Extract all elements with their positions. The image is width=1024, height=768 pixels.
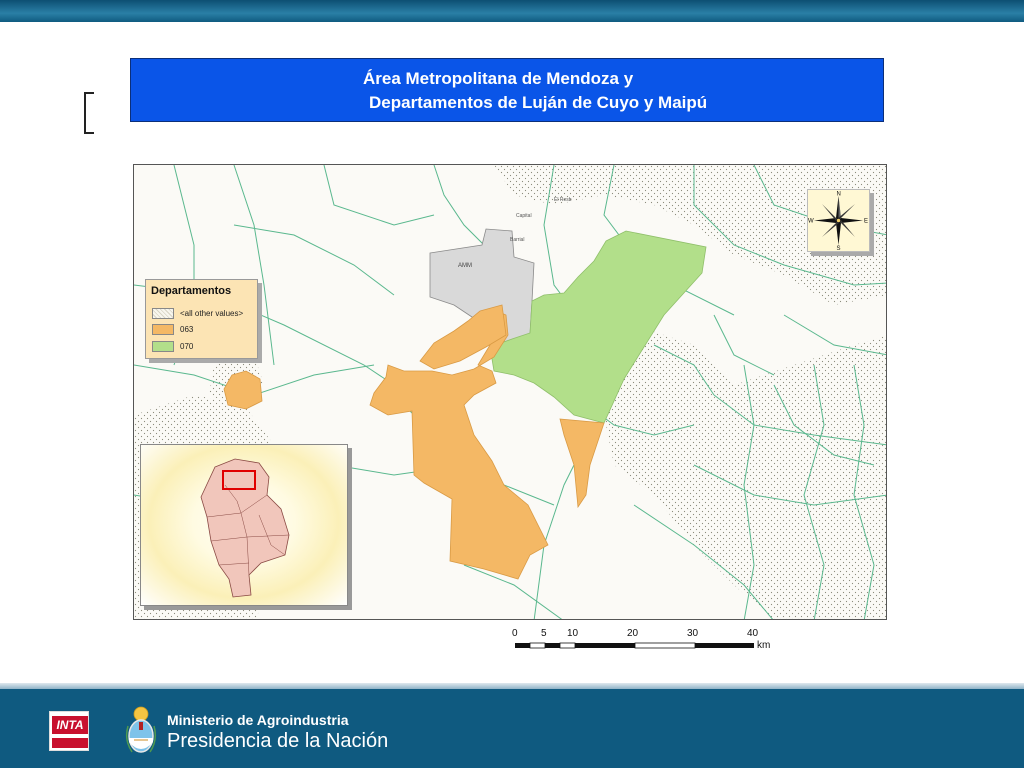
legend: Departamentos <all other values> 063 070 — [145, 279, 258, 359]
scale-tick-40: 40 — [747, 628, 759, 639]
town-label-1: Capital — [516, 213, 532, 219]
town-label-2: El Resb — [554, 197, 572, 203]
inset-canvas — [200, 458, 290, 598]
compass-s: S — [837, 246, 841, 251]
legend-swatch-063 — [152, 324, 174, 335]
bracket-mark — [84, 92, 94, 134]
amm-label: AMM — [458, 263, 472, 269]
scale-unit: km — [757, 640, 771, 651]
inta-logo: INTA — [49, 711, 89, 751]
title-line-1: Área Metropolitana de Mendoza y — [363, 69, 634, 88]
scale-bar: 0 5 10 20 30 40 km — [500, 624, 790, 656]
legend-label-063: 063 — [180, 325, 194, 334]
presidency-name: Presidencia de la Nación — [167, 730, 389, 752]
compass-e: E — [864, 219, 868, 225]
inta-logo-base — [52, 738, 88, 748]
compass-star-icon: N S E W — [808, 192, 868, 253]
compass-w: W — [808, 219, 814, 225]
title-line-2: Departamentos de Luján de Cuyo y Maipú — [369, 93, 708, 112]
escudo-argentina-icon — [125, 706, 157, 753]
compass-n: N — [837, 192, 841, 198]
scale-tick-10: 10 — [567, 628, 579, 639]
ministry-name: Ministerio de Agroindustria — [167, 712, 349, 728]
scale-tick-20: 20 — [627, 628, 639, 639]
scale-tick-30: 30 — [687, 628, 699, 639]
scale-tick-5: 5 — [541, 628, 547, 639]
legend-swatch-070 — [152, 341, 174, 352]
town-label-3: Barrial — [510, 237, 524, 243]
inset-map — [140, 444, 348, 606]
inta-logo-text: INTA — [52, 716, 88, 734]
legend-swatch-other — [152, 308, 174, 319]
scale-segments — [515, 642, 754, 649]
legend-label-other: <all other values> — [180, 309, 244, 318]
compass-rose: N S E W — [807, 189, 870, 252]
legend-title: Departamentos — [151, 285, 232, 297]
scale-tick-0: 0 — [512, 628, 518, 639]
legend-item-other: <all other values> — [152, 308, 257, 320]
legend-item-070: 070 — [152, 341, 257, 353]
legend-item-063: 063 — [152, 324, 257, 336]
legend-label-070: 070 — [180, 342, 194, 351]
top-band — [0, 0, 1024, 22]
title-box: Área Metropolitana de Mendoza y Departam… — [130, 58, 884, 122]
